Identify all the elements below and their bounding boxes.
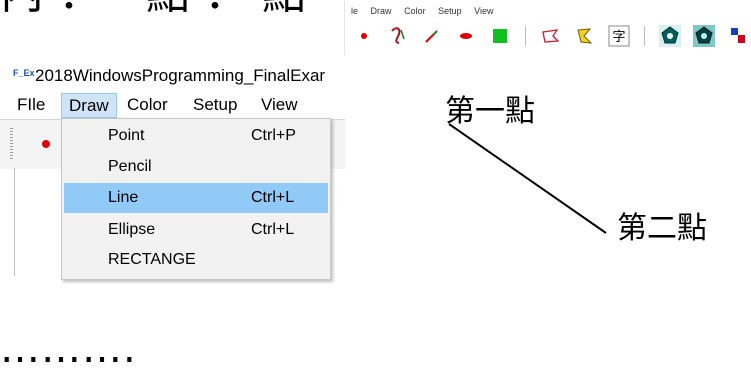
ellipsis-text: ………. [0, 326, 137, 372]
line-illustration [448, 123, 607, 234]
first-point-label: 第一點 [445, 94, 535, 129]
second-point-label: 第二點 [617, 211, 707, 246]
